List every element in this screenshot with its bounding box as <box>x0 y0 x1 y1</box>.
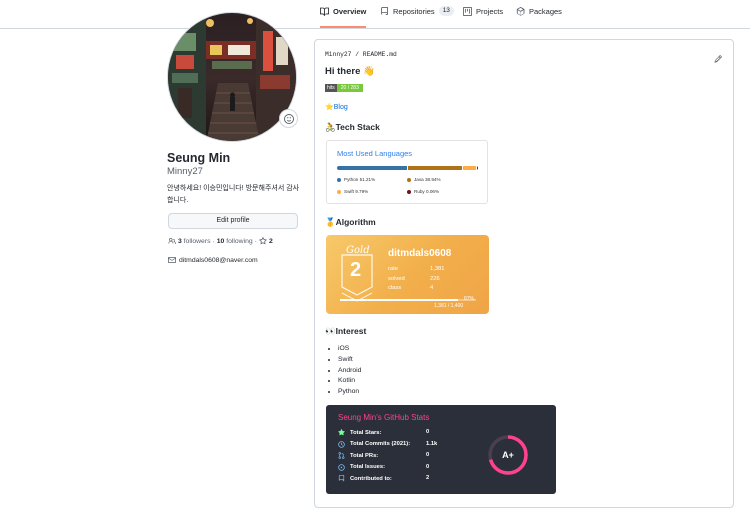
people-icon <box>168 238 176 244</box>
tab-packages-label: Packages <box>529 7 562 16</box>
list-item: Android <box>338 366 361 377</box>
pull-request-icon <box>338 452 345 459</box>
project-icon <box>463 7 472 16</box>
stat-row-issues: Total Issues: <box>338 463 385 471</box>
profile-login: Minny27 <box>167 166 203 177</box>
package-icon <box>516 7 525 16</box>
avatar[interactable] <box>167 12 297 142</box>
solved-stat-labels: rate solved class <box>388 266 405 291</box>
solved-ac-card[interactable]: Gold 2 ditmdals0608 rate solved class 1,… <box>326 235 489 314</box>
stat-value-contributed: 2 <box>426 475 430 481</box>
stars-link[interactable]: 2 <box>269 238 273 245</box>
separator: · <box>254 237 257 245</box>
algorithm-heading: 🥇Algorithm <box>325 217 376 227</box>
tier-name: Gold <box>346 245 370 256</box>
bicycle-emoji-icon: 🚴 <box>325 122 336 132</box>
stat-row-contributed: Contributed to: <box>338 475 392 482</box>
tab-projects[interactable]: Projects <box>463 7 503 28</box>
readme-path[interactable]: Minny27 / README.md <box>325 51 397 58</box>
stats-card-title: Seung Min's GitHub Stats <box>338 413 430 422</box>
list-item: Kotlin <box>338 376 361 387</box>
stat-value-commits: 1.1k <box>426 440 438 447</box>
email-text: ditmdals0608@naver.com <box>179 256 258 264</box>
list-item: iOS <box>338 344 361 355</box>
star-icon <box>338 429 345 436</box>
repo-icon <box>381 7 388 15</box>
language-dot <box>337 189 341 194</box>
solved-handle: ditmdals0608 <box>388 248 452 259</box>
language-item: Ruby 0.06% <box>407 189 439 194</box>
tier-number: 2 <box>350 259 362 281</box>
blog-link[interactable]: ⭐Blog <box>325 103 348 111</box>
stat-value-issues: 0 <box>426 463 430 470</box>
language-bar-segment <box>337 166 408 170</box>
star-icon <box>259 237 267 245</box>
list-item: Swift <box>338 355 361 366</box>
tab-repositories-label: Repositories <box>393 7 435 16</box>
eyes-emoji-icon: 👀 <box>325 326 336 336</box>
language-bar-segment <box>462 166 476 170</box>
hits-label: hits <box>325 84 337 92</box>
readme-greeting: Hi there 👋 <box>325 66 375 77</box>
language-bar-segment <box>408 166 462 170</box>
hits-badge: hits 20 / 283 <box>325 84 363 92</box>
book-icon <box>320 7 329 16</box>
followers-link[interactable]: 3 followers <box>178 238 211 245</box>
repo-icon <box>338 475 345 482</box>
language-dot <box>407 189 411 194</box>
solved-progress-track <box>340 299 476 301</box>
tab-projects-label: Projects <box>476 7 504 16</box>
repositories-count-badge: 13 <box>438 6 454 16</box>
avatar-photo <box>168 13 296 141</box>
language-item: Java 38.94% <box>407 177 441 182</box>
list-item: Python <box>338 387 361 398</box>
pencil-icon <box>714 55 722 63</box>
tab-packages[interactable]: Packages <box>516 7 562 28</box>
stat-value-prs: 0 <box>426 452 430 458</box>
solved-progress-fill <box>340 299 459 301</box>
language-dot <box>407 177 411 182</box>
languages-progress-bar <box>337 166 478 170</box>
stat-value-stars: 0 <box>426 429 430 435</box>
set-status-button[interactable] <box>279 109 298 128</box>
edit-readme-button[interactable] <box>714 50 722 68</box>
separator: · <box>212 237 215 245</box>
interest-heading: 👀Interest <box>325 326 367 336</box>
tab-repositories[interactable]: Repositories 13 <box>380 6 454 28</box>
stat-row-stars: Total Stars: <box>338 429 381 436</box>
language-item: Swift 9.79% <box>337 189 368 194</box>
interest-list: iOS Swift Android Kotlin Python <box>328 344 361 398</box>
star-emoji-icon: ⭐ <box>325 104 334 111</box>
solved-progress-text: 1,381 / 1,400 <box>434 303 464 309</box>
profile-name: Seung Min <box>167 151 231 165</box>
medal-emoji-icon: 🥇 <box>325 217 336 227</box>
profile-tab-bar: Overview Repositories 13 Projects Packag… <box>0 0 750 29</box>
follow-stats: 3 followers · 10 following · 2 <box>168 237 273 245</box>
following-link[interactable]: 10 following <box>217 238 253 245</box>
issue-icon <box>338 463 345 471</box>
tab-overview-label: Overview <box>333 7 367 16</box>
languages-card-title: Most Used Languages <box>337 149 413 158</box>
hits-value: 20 / 283 <box>336 84 363 92</box>
language-item: Python 51.21% <box>337 177 375 182</box>
profile-email[interactable]: ditmdals0608@naver.com <box>168 256 258 264</box>
tech-stack-heading: 🚴Tech Stack <box>325 122 380 132</box>
stat-row-prs: Total PRs: <box>338 452 378 459</box>
profile-bio: 안녕하세요! 이승민입니다! 방문해주셔서 감사합니다. <box>167 185 300 204</box>
edit-profile-button[interactable]: Edit profile <box>168 213 298 229</box>
most-used-languages-card: Most Used Languages Python 51.21% Java 3… <box>326 140 488 204</box>
github-stats-card[interactable]: Seung Min's GitHub Stats Total Stars: 0 … <box>326 405 556 494</box>
tab-overview[interactable]: Overview <box>320 7 367 28</box>
clock-icon <box>338 440 345 448</box>
grade-label: A+ <box>502 450 514 460</box>
solved-stat-values: 1,381 226 4 <box>430 266 445 291</box>
language-dot <box>337 177 341 182</box>
smiley-icon <box>283 113 294 124</box>
mail-icon <box>168 257 176 263</box>
stat-row-commits: Total Commits (2021): <box>338 440 410 448</box>
